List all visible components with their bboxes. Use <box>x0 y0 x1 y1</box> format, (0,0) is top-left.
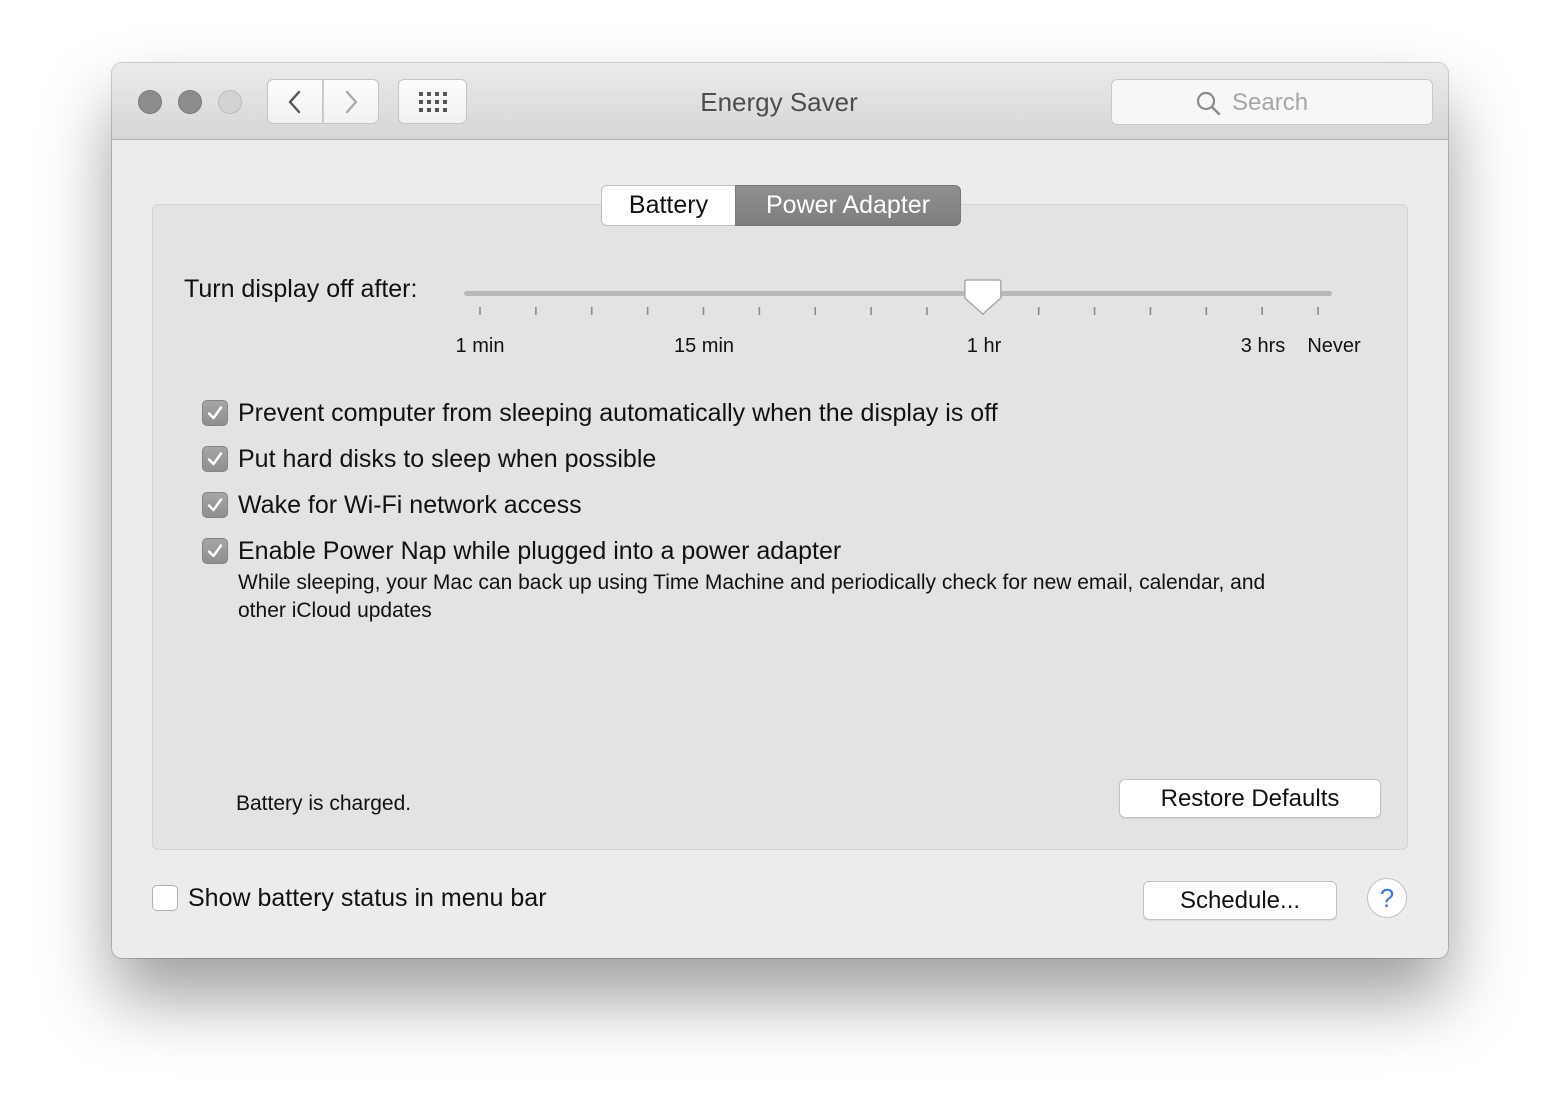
option-label: Prevent computer from sleeping automatic… <box>238 398 998 427</box>
power-nap-description: While sleeping, your Mac can back up usi… <box>238 571 1266 622</box>
checkmark-icon <box>207 452 223 466</box>
display-sleep-slider[interactable] <box>442 271 1342 331</box>
option-power-nap[interactable]: Enable Power Nap while plugged into a po… <box>202 537 841 565</box>
window-title: Energy Saver <box>700 87 858 117</box>
checkbox[interactable] <box>202 538 228 564</box>
chevron-left-icon <box>288 90 301 113</box>
option-label: Put hard disks to sleep when possible <box>238 444 657 473</box>
search-field[interactable]: Search <box>1111 79 1433 125</box>
option-show-battery-status[interactable]: Show battery status in menu bar <box>152 884 547 912</box>
tab-power-adapter[interactable]: Power Adapter <box>735 185 961 226</box>
checkbox[interactable] <box>202 446 228 472</box>
zoom-button[interactable] <box>218 90 242 114</box>
restore-defaults-button[interactable]: Restore Defaults <box>1119 779 1381 818</box>
title-bar: Energy Saver Search <box>112 63 1448 140</box>
checkbox[interactable] <box>152 885 178 911</box>
tab-battery[interactable]: Battery <box>601 185 735 226</box>
option-label: Enable Power Nap while plugged into a po… <box>238 536 842 565</box>
grid-icon <box>418 91 447 112</box>
search-placeholder: Search <box>1232 89 1309 116</box>
schedule-button[interactable]: Schedule... <box>1143 881 1337 920</box>
help-button[interactable]: ? <box>1367 878 1407 918</box>
checkbox[interactable] <box>202 492 228 518</box>
magnifier-icon <box>1196 91 1221 116</box>
tick-label-15-min: 15 min <box>673 335 735 357</box>
chevron-right-icon <box>345 90 358 113</box>
option-prevent-sleep[interactable]: Prevent computer from sleeping automatic… <box>202 399 998 427</box>
checkmark-icon <box>207 498 223 512</box>
minimize-button[interactable] <box>178 90 202 114</box>
battery-status: Battery is charged. <box>236 792 412 815</box>
tick-label-never: Never <box>1307 335 1361 357</box>
option-disk-sleep[interactable]: Put hard disks to sleep when possible <box>202 445 656 473</box>
option-wake-wifi[interactable]: Wake for Wi-Fi network access <box>202 491 582 519</box>
display-sleep-label: Turn display off after: <box>184 275 418 303</box>
energy-saver-window: Energy Saver Search Battery Power Adapte… <box>112 63 1448 958</box>
checkbox[interactable] <box>202 400 228 426</box>
forward-button[interactable] <box>323 79 379 124</box>
close-button[interactable] <box>138 90 162 114</box>
show-all-button[interactable] <box>398 79 467 124</box>
slider-track <box>464 291 1332 296</box>
tick-label-3-hrs: 3 hrs <box>1240 335 1286 357</box>
slider-thumb[interactable] <box>964 279 1002 316</box>
tick-label-1-hr: 1 hr <box>966 335 1002 357</box>
back-button[interactable] <box>267 79 323 124</box>
checkmark-icon <box>207 406 223 420</box>
checkmark-icon <box>207 544 223 558</box>
tick-label-1-min: 1 min <box>455 335 505 357</box>
option-label: Show battery status in menu bar <box>188 883 547 912</box>
option-label: Wake for Wi-Fi network access <box>238 490 582 519</box>
slider-ticks <box>479 307 1319 315</box>
